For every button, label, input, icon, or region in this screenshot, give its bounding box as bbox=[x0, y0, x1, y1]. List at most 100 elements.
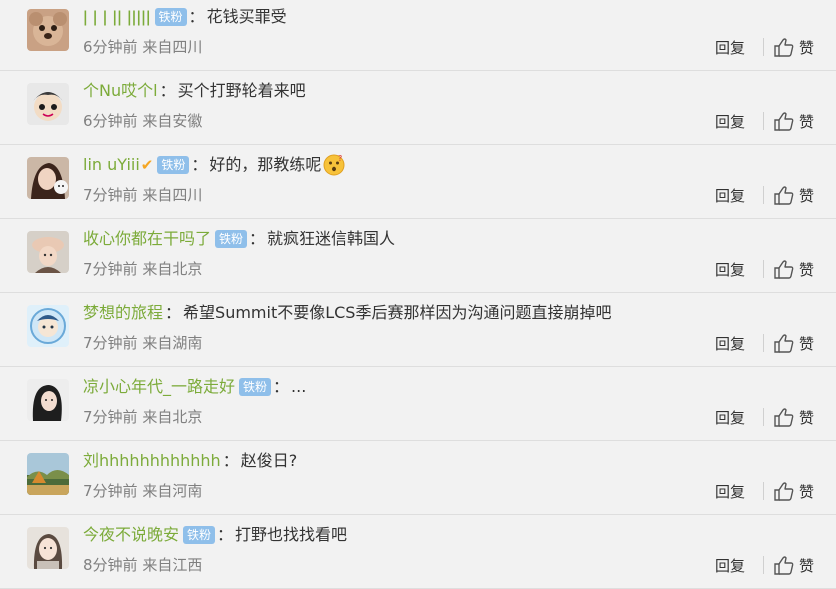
comment-item: 凉小心年代_一路走好 铁粉：... 7分钟前 来自北京 回复 赞 bbox=[0, 367, 836, 441]
avatar[interactable] bbox=[27, 305, 69, 347]
colon-separator: ： bbox=[273, 377, 290, 396]
username-link[interactable]: lin uYiii bbox=[83, 153, 140, 177]
comment-location: 来自北京 bbox=[142, 408, 203, 426]
action-divider bbox=[762, 112, 764, 130]
reply-button[interactable]: 回复 bbox=[715, 185, 745, 206]
comment-time: 6分钟前 bbox=[83, 112, 138, 130]
comment-line: 刘hhhhhhhhhhhh：赵俊日? bbox=[83, 449, 297, 473]
username-link[interactable]: 今夜不说晚安 bbox=[83, 523, 179, 547]
reply-button[interactable]: 回复 bbox=[715, 407, 745, 428]
comment-item: ǀ ǀ ǀ ǀǀ ǀǀǀǀǀ 铁粉：花钱买罪受 6分钟前 来自四川 回复赞 bbox=[0, 0, 836, 71]
action-divider bbox=[762, 556, 764, 574]
like-label: 赞 bbox=[798, 260, 814, 279]
verified-icon: ✔ bbox=[140, 156, 154, 174]
comment-meta: 8分钟前 来自江西 bbox=[83, 555, 202, 575]
comment-location: 来自四川 bbox=[142, 38, 203, 56]
comment-text: ... bbox=[291, 377, 307, 396]
like-button[interactable]: 赞 bbox=[774, 185, 814, 206]
comment-line: lin uYiii ✔ 铁粉：好的，那教练呢? bbox=[83, 153, 345, 177]
reply-button[interactable]: 回复 bbox=[715, 481, 745, 502]
comment-item: 刘hhhhhhhhhhhh：赵俊日? 7分钟前 来自河南 回复 赞 bbox=[0, 441, 836, 515]
comment-time: 7分钟前 bbox=[83, 186, 138, 204]
comment-item: 个Nu哎个l：买个打野轮着来吧 6分钟前 来自安徽 回复 赞 bbox=[0, 71, 836, 145]
like-button[interactable]: 赞 bbox=[774, 481, 814, 502]
comment-location: 来自江西 bbox=[142, 556, 203, 574]
comment-actions: 回复 赞 bbox=[715, 554, 814, 576]
thumbs-up-icon bbox=[774, 481, 799, 501]
comment-line: 收心你都在干吗了 铁粉：就疯狂迷信韩国人 bbox=[83, 227, 395, 251]
reply-button[interactable]: 回复 bbox=[715, 555, 745, 576]
comment-location: 来自四川 bbox=[142, 186, 203, 204]
avatar[interactable] bbox=[27, 527, 69, 569]
fan-badge[interactable]: 铁粉 bbox=[239, 378, 272, 396]
avatar[interactable] bbox=[27, 231, 69, 273]
reply-button[interactable]: 回复 bbox=[715, 37, 745, 58]
comment-meta: 7分钟前 来自四川 bbox=[83, 185, 202, 205]
comment-text: 就疯狂迷信韩国人 bbox=[267, 229, 396, 248]
like-button[interactable]: 赞 bbox=[774, 333, 814, 354]
comment-location: 来自湖南 bbox=[142, 334, 203, 352]
like-button[interactable]: 赞 bbox=[774, 259, 814, 280]
comment-text: 花钱买罪受 bbox=[206, 7, 287, 26]
comment-time: 6分钟前 bbox=[83, 38, 138, 56]
comment-actions: 回复 赞 bbox=[715, 406, 814, 428]
like-label: 赞 bbox=[798, 556, 814, 575]
svg-text:?: ? bbox=[338, 154, 342, 163]
comment-actions: 回复 赞 bbox=[715, 36, 814, 58]
comment-item: 收心你都在干吗了 铁粉：就疯狂迷信韩国人 7分钟前 来自北京 回复 赞 bbox=[0, 219, 836, 293]
thumbs-up-icon bbox=[774, 407, 799, 427]
thumbs-up-icon bbox=[774, 555, 799, 575]
comment-actions: 回复 赞 bbox=[715, 110, 814, 132]
avatar[interactable] bbox=[27, 157, 69, 199]
comment-line: 今夜不说晚安 铁粉：打野也找找看吧 bbox=[83, 523, 347, 547]
username-link[interactable]: 梦想的旅程 bbox=[83, 301, 163, 325]
reply-button[interactable]: 回复 bbox=[715, 111, 745, 132]
comment-text: 赵俊日? bbox=[240, 451, 298, 470]
username-link[interactable]: ǀ ǀ ǀ ǀǀ ǀǀǀǀǀ bbox=[83, 5, 151, 29]
like-label: 赞 bbox=[798, 38, 814, 57]
action-divider bbox=[762, 482, 764, 500]
avatar[interactable] bbox=[27, 83, 69, 125]
comment-text: 好的，那教练呢 bbox=[209, 155, 322, 174]
avatar[interactable] bbox=[27, 453, 69, 495]
comment-meta: 6分钟前 来自四川 bbox=[83, 37, 202, 57]
username-link[interactable]: 收心你都在干吗了 bbox=[83, 227, 211, 251]
comment-text: 打野也找找看吧 bbox=[235, 525, 348, 544]
username-link[interactable]: 个Nu哎个l bbox=[83, 79, 158, 103]
thumbs-up-icon bbox=[774, 111, 799, 131]
fan-badge[interactable]: 铁粉 bbox=[215, 230, 248, 248]
comment-location: 来自安徽 bbox=[142, 112, 203, 130]
colon-separator: ： bbox=[165, 303, 182, 322]
username-link[interactable]: 凉小心年代_一路走好 bbox=[83, 375, 235, 399]
comment-text: 买个打野轮着来吧 bbox=[177, 81, 306, 100]
like-button[interactable]: 赞 bbox=[774, 37, 814, 58]
comment-location: 来自河南 bbox=[142, 482, 203, 500]
like-button[interactable]: 赞 bbox=[774, 111, 814, 132]
username-link[interactable]: 刘hhhhhhhhhhhh bbox=[83, 449, 221, 473]
comment-meta: 7分钟前 来自河南 bbox=[83, 481, 202, 501]
comment-text: 希望Summit不要像LCS季后赛那样因为沟通问题直接崩掉吧 bbox=[183, 303, 612, 322]
thumbs-up-icon bbox=[774, 259, 799, 279]
thumbs-up-icon bbox=[774, 37, 799, 57]
fan-badge[interactable]: 铁粉 bbox=[183, 526, 216, 544]
fan-badge[interactable]: 铁粉 bbox=[154, 8, 187, 26]
like-button[interactable]: 赞 bbox=[774, 407, 814, 428]
comment-item: 今夜不说晚安 铁粉：打野也找找看吧 8分钟前 来自江西 回复 赞 bbox=[0, 515, 836, 589]
avatar[interactable] bbox=[27, 379, 69, 421]
reply-button[interactable]: 回复 bbox=[715, 259, 745, 280]
reply-button[interactable]: 回复 bbox=[715, 333, 745, 354]
comment-item: 梦想的旅程：希望Summit不要像LCS季后赛那样因为沟通问题直接崩掉吧 7分钟前… bbox=[0, 293, 836, 367]
like-label: 赞 bbox=[798, 408, 814, 427]
action-divider bbox=[762, 186, 764, 204]
thumbs-up-icon bbox=[774, 185, 799, 205]
action-divider bbox=[762, 38, 764, 56]
comment-time: 7分钟前 bbox=[83, 334, 138, 352]
comment-meta: 7分钟前 来自北京 bbox=[83, 259, 202, 279]
like-button[interactable]: 赞 bbox=[774, 555, 814, 576]
fan-badge[interactable]: 铁粉 bbox=[157, 156, 190, 174]
comment-location: 来自北京 bbox=[142, 260, 203, 278]
think-emoji-icon: ? bbox=[321, 154, 345, 176]
avatar[interactable] bbox=[27, 9, 69, 51]
action-divider bbox=[762, 334, 764, 352]
comment-actions: 回复 赞 bbox=[715, 184, 814, 206]
